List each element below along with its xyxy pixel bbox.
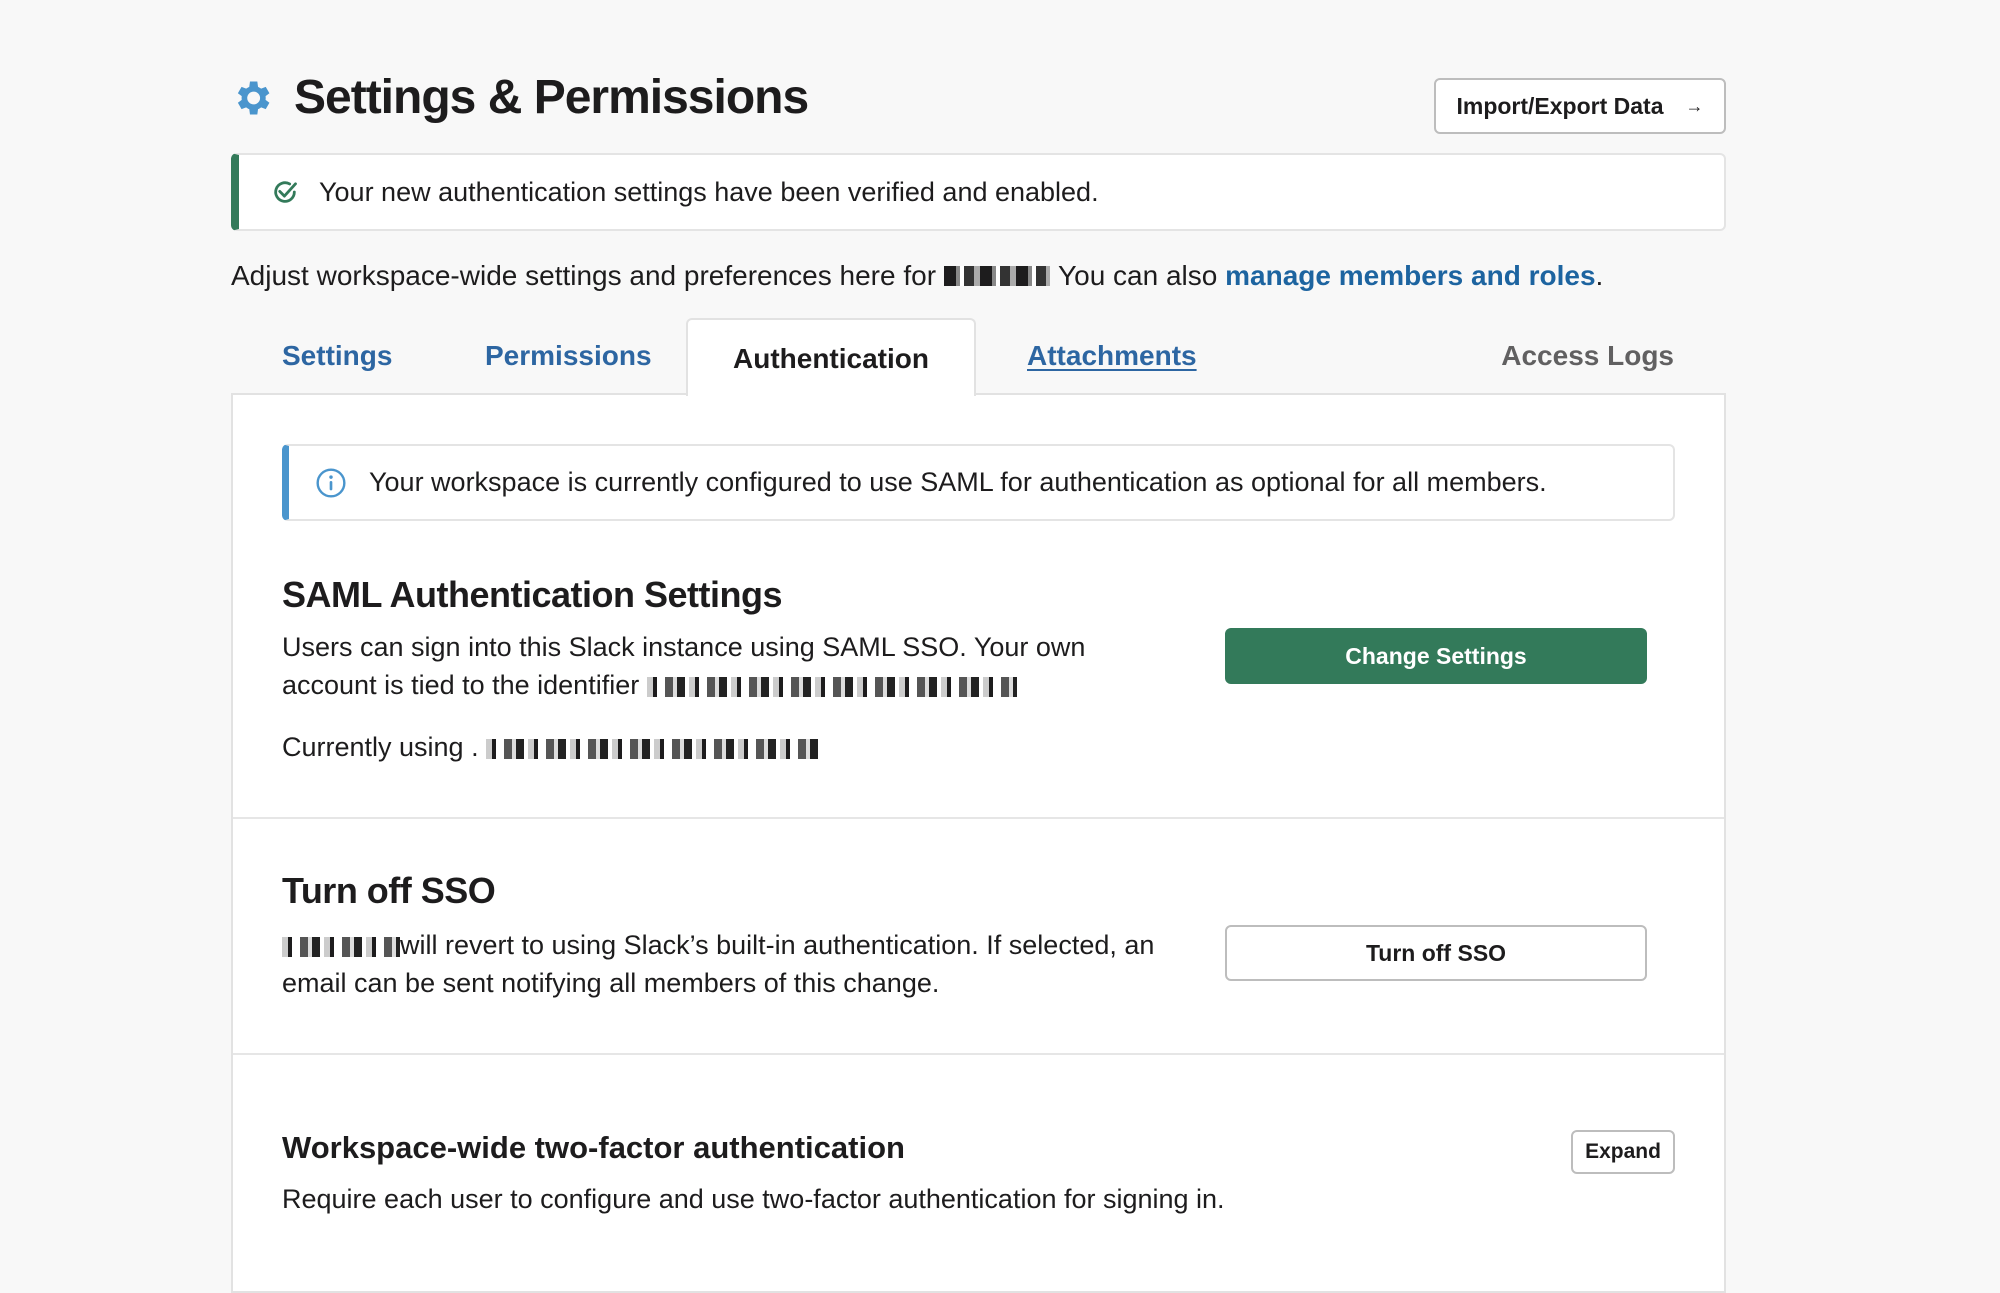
- workspace-description: Adjust workspace-wide settings and prefe…: [231, 256, 1603, 296]
- description-prefix: Adjust workspace-wide settings and prefe…: [231, 260, 937, 291]
- redacted-workspace-name: [282, 936, 400, 957]
- turn-off-sso-description-line2: email can be sent notifying all members …: [282, 968, 940, 998]
- tab-permissions[interactable]: Permissions: [485, 336, 652, 376]
- change-settings-button[interactable]: Change Settings: [1225, 628, 1647, 684]
- saml-settings-heading: SAML Authentication Settings: [282, 574, 783, 615]
- info-banner: Your workspace is currently configured t…: [282, 444, 1675, 521]
- tab-attachments[interactable]: Attachments: [1027, 336, 1197, 376]
- redacted-workspace-name: [944, 266, 1051, 286]
- turn-off-sso-heading: Turn off SSO: [282, 870, 496, 911]
- currently-using-label: Currently using .: [282, 732, 479, 762]
- check-circle-icon: [274, 181, 297, 203]
- tab-authentication-label: Authentication: [733, 343, 929, 374]
- tab-authentication[interactable]: Authentication: [686, 318, 976, 396]
- description-middle: You can also: [1058, 260, 1218, 291]
- two-factor-description: Require each user to configure and use t…: [282, 1184, 1225, 1214]
- import-export-label: Import/Export Data: [1456, 92, 1664, 119]
- success-banner: Your new authentication settings have be…: [231, 153, 1726, 231]
- expand-button[interactable]: Expand: [1571, 1130, 1675, 1174]
- turn-off-sso-button[interactable]: Turn off SSO: [1225, 925, 1647, 981]
- redacted-identifier: [646, 676, 1017, 697]
- info-banner-text: Your workspace is currently configured t…: [369, 467, 1547, 497]
- section-divider: [233, 1053, 1724, 1055]
- arrow-right-icon: →: [1685, 95, 1704, 116]
- redacted-provider: [486, 738, 819, 759]
- page-title: Settings & Permissions: [294, 71, 809, 124]
- two-factor-heading: Workspace-wide two-factor authentication: [282, 1130, 905, 1165]
- section-divider: [233, 817, 1724, 819]
- turn-off-sso-description-line1: will revert to using Slack’s built-in au…: [282, 926, 1154, 964]
- saml-description-line2: account is tied to the identifier: [282, 666, 1017, 704]
- description-suffix: .: [1595, 260, 1604, 291]
- saml-identifier-label: account is tied to the identifier: [282, 670, 640, 700]
- import-export-button[interactable]: Import/Export Data →: [1434, 78, 1726, 134]
- manage-members-link[interactable]: manage members and roles: [1225, 256, 1595, 296]
- tab-access-logs[interactable]: Access Logs: [1501, 336, 1674, 376]
- turn-off-sso-text: will revert to using Slack’s built-in au…: [400, 930, 1155, 960]
- tab-settings[interactable]: Settings: [282, 336, 392, 376]
- info-icon: [316, 467, 346, 498]
- saml-currently-using: Currently using .: [282, 728, 819, 766]
- saml-description-line1: Users can sign into this Slack instance …: [282, 632, 1086, 662]
- gear-icon: [237, 81, 270, 115]
- success-banner-text: Your new authentication settings have be…: [319, 176, 1099, 207]
